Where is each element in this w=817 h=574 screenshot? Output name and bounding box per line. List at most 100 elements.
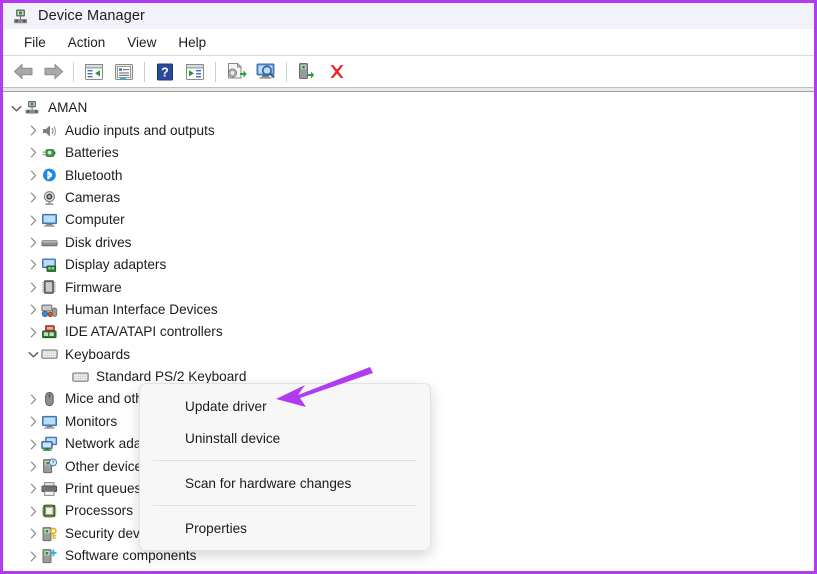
- tree-item-label: Print queues: [65, 481, 142, 497]
- tree-item[interactable]: Audio inputs and outputs: [3, 119, 814, 141]
- tree-item-label: Human Interface Devices: [65, 301, 218, 317]
- menu-file[interactable]: File: [13, 33, 57, 52]
- tree-item-label: Monitors: [65, 413, 118, 429]
- chevron-right-icon[interactable]: [26, 170, 41, 181]
- other-device-icon: ?: [41, 458, 58, 474]
- svg-text:?: ?: [161, 65, 169, 79]
- bluetooth-icon: [41, 167, 58, 183]
- chevron-right-icon[interactable]: [26, 327, 41, 338]
- chevron-right-icon[interactable]: [26, 192, 41, 203]
- tree-item[interactable]: Disk drives: [3, 231, 814, 253]
- tree-item[interactable]: Batteries: [3, 142, 814, 164]
- software-component-icon: [41, 548, 58, 564]
- menu-action[interactable]: Action: [57, 33, 117, 52]
- network-icon: [41, 436, 58, 452]
- tree-item[interactable]: Cameras: [3, 187, 814, 209]
- chevron-right-icon[interactable]: [26, 125, 41, 136]
- disk-drive-icon: [41, 235, 58, 251]
- chevron-down-icon[interactable]: [26, 350, 41, 359]
- chevron-right-icon[interactable]: [26, 461, 41, 472]
- chevron-right-icon[interactable]: [26, 394, 41, 405]
- chevron-right-icon[interactable]: [26, 528, 41, 539]
- tree-item-label: Bluetooth: [65, 167, 123, 183]
- view-details-icon[interactable]: [180, 59, 210, 85]
- ctx-update-driver[interactable]: Update driver: [140, 390, 430, 422]
- separator-4: [286, 61, 287, 82]
- tree-item-label: Firmware: [65, 279, 122, 295]
- chevron-right-icon[interactable]: [26, 506, 41, 517]
- tree-item[interactable]: Bluetooth: [3, 164, 814, 186]
- help-icon[interactable]: ?: [150, 59, 180, 85]
- ctx-separator-1: [153, 460, 417, 461]
- menu-help[interactable]: Help: [167, 33, 217, 52]
- tree-item[interactable]: Computer: [3, 209, 814, 231]
- ctx-separator-2: [153, 505, 417, 506]
- tree-item[interactable]: Human Interface Devices: [3, 299, 814, 321]
- tree-item[interactable]: IDE ATA/ATAPI controllers: [3, 321, 814, 343]
- tree-item-label: Disk drives: [65, 234, 132, 250]
- uninstall-device-icon[interactable]: [322, 59, 352, 85]
- device-manager-icon: [12, 8, 29, 25]
- monitor-icon: [41, 212, 58, 228]
- title-bar: Device Manager: [3, 3, 814, 29]
- tree-item-label: Other devices: [65, 458, 149, 474]
- properties-icon[interactable]: [109, 59, 139, 85]
- speaker-icon: [41, 123, 58, 139]
- show-hidden-devices-icon[interactable]: [79, 59, 109, 85]
- ctx-properties[interactable]: Properties: [140, 512, 430, 544]
- display-adapter-icon: [41, 257, 58, 273]
- toolbar: ?: [3, 55, 814, 87]
- chevron-right-icon[interactable]: [26, 551, 41, 562]
- tree-item[interactable]: Keyboards: [3, 343, 814, 365]
- separator-1: [73, 61, 74, 82]
- back-arrow-icon[interactable]: [8, 59, 38, 85]
- mouse-icon: [41, 391, 58, 407]
- scan-hardware-changes-icon[interactable]: [251, 59, 281, 85]
- menu-view[interactable]: View: [116, 33, 167, 52]
- camera-icon: [41, 190, 58, 206]
- tree-item-label: IDE ATA/ATAPI controllers: [65, 324, 223, 340]
- firmware-chip-icon: [41, 279, 58, 295]
- tree-item[interactable]: AMAN: [3, 97, 814, 119]
- separator-3: [215, 61, 216, 82]
- chevron-right-icon[interactable]: [26, 483, 41, 494]
- keyboard-icon: [72, 369, 89, 385]
- chevron-right-icon[interactable]: [26, 147, 41, 158]
- printer-icon: [41, 481, 58, 497]
- ctx-scan-hardware-changes[interactable]: Scan for hardware changes: [140, 467, 430, 499]
- tree-item[interactable]: Firmware: [3, 276, 814, 298]
- enable-device-icon[interactable]: [292, 59, 322, 85]
- tree-item-label: Standard PS/2 Keyboard: [96, 369, 247, 385]
- battery-icon: [41, 145, 58, 161]
- context-menu: Update driver Uninstall device Scan for ha…: [139, 383, 431, 551]
- chevron-right-icon[interactable]: [26, 237, 41, 248]
- ide-controller-icon: [41, 324, 58, 340]
- chevron-right-icon[interactable]: [26, 304, 41, 315]
- tree-item-label: Batteries: [65, 145, 119, 161]
- processor-icon: [41, 503, 58, 519]
- menu-bar: File Action View Help: [3, 29, 814, 55]
- chevron-right-icon[interactable]: [26, 215, 41, 226]
- forward-arrow-icon[interactable]: [38, 59, 68, 85]
- tree-item-label: Audio inputs and outputs: [65, 122, 215, 138]
- computer-root-icon: [24, 100, 41, 116]
- chevron-down-icon[interactable]: [9, 104, 24, 113]
- tree-item-label: Keyboards: [65, 346, 130, 362]
- svg-text:?: ?: [51, 461, 54, 467]
- hid-icon: [41, 302, 58, 318]
- tree-item-label: Cameras: [65, 189, 121, 205]
- device-manager-window: Device Manager File Action View Help ? A…: [0, 0, 817, 574]
- security-device-icon: [41, 526, 58, 542]
- ctx-uninstall-device[interactable]: Uninstall device: [140, 422, 430, 454]
- monitor-icon: [41, 414, 58, 430]
- tree-item-label: Processors: [65, 503, 133, 519]
- chevron-right-icon[interactable]: [26, 439, 41, 450]
- tree-item-label: Display adapters: [65, 257, 167, 273]
- tree-item[interactable]: Display adapters: [3, 254, 814, 276]
- tree-item-label: AMAN: [48, 100, 88, 116]
- separator-2: [144, 61, 145, 82]
- chevron-right-icon[interactable]: [26, 282, 41, 293]
- chevron-right-icon[interactable]: [26, 259, 41, 270]
- chevron-right-icon[interactable]: [26, 416, 41, 427]
- update-driver-icon[interactable]: [221, 59, 251, 85]
